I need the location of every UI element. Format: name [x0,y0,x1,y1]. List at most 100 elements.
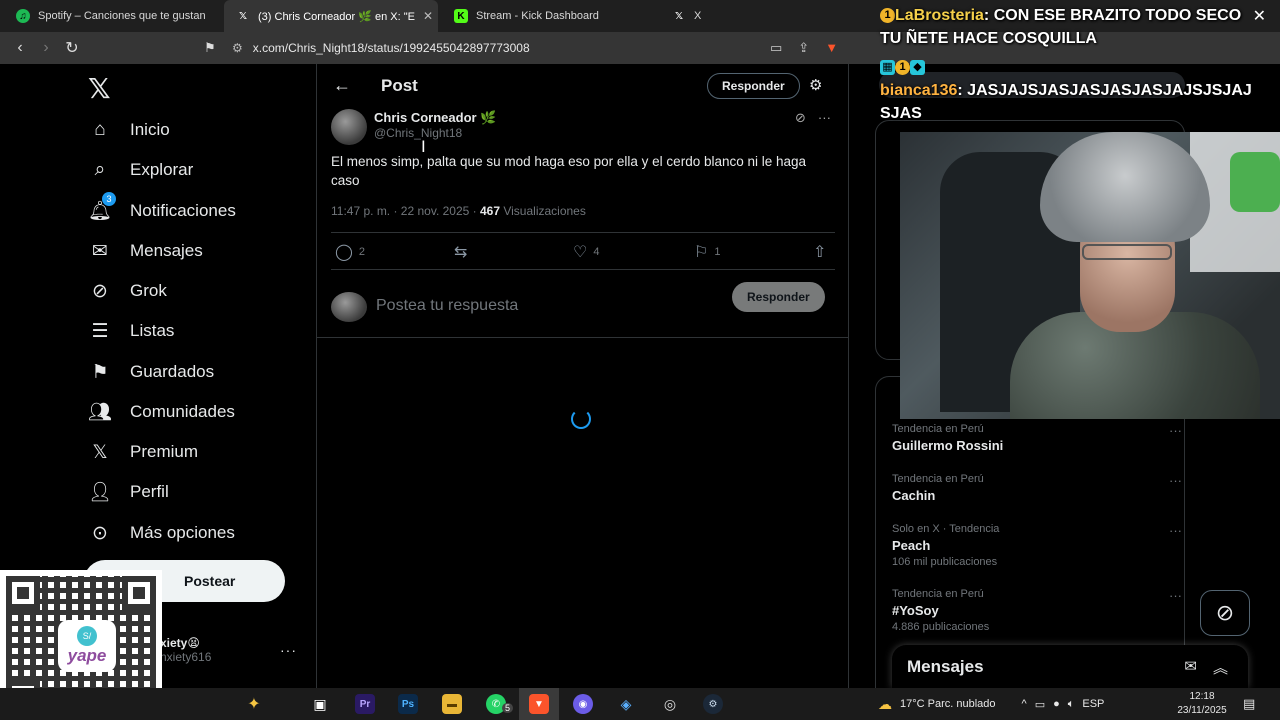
weather-text[interactable]: 17°C Parc. nublado [900,698,996,710]
messages-drawer[interactable]: Mensajes ✉ ︽ [892,645,1248,688]
spotify-icon: ♫ [16,9,30,23]
author-avatar[interactable] [331,109,367,145]
task-view-icon[interactable]: ▣ [310,694,330,714]
trend-item[interactable]: Tendencia en Perú Guillermo Rossini ··· [892,423,1182,453]
grok-fab-button[interactable]: ⊘ [1200,590,1250,636]
reply-action[interactable]: ◯ 2 [335,242,365,262]
bookmark-action[interactable]: ⚐ 1 [694,242,720,262]
language-indicator[interactable]: ESP [1082,698,1104,710]
photoshop-icon[interactable]: Ps [398,694,418,714]
forward-icon[interactable]: › [36,38,56,58]
brave-icon[interactable]: ▼ [529,694,549,714]
nav-label: Inicio [130,120,170,139]
tweet-timestamp[interactable]: 11:47 p. m. · 22 nov. 2025 · [331,204,480,218]
yape-icon: S/ [77,626,97,646]
nav-item-inicio[interactable]: ⌂ Inicio [88,110,170,150]
cast-icon[interactable]: ▭ [770,40,782,56]
nav-item-mas-opciones[interactable]: ⊙ Más opciones [88,513,235,553]
tab-title: (3) Chris Corneador 🌿 en X: "E [258,10,415,23]
trend-item[interactable]: Tendencia en Perú Cachin ··· [892,473,1182,503]
back-icon[interactable]: ‹ [10,38,30,58]
nav-label: Notificaciones [130,201,236,220]
author-name[interactable]: Chris Corneador 🌿 [374,110,496,126]
trend-item[interactable]: Solo en X · Tendencia Peach 106 mil publ… [892,523,1182,568]
notification-center-icon[interactable]: ▤ [1243,696,1255,712]
more-icon[interactable]: ··· [1169,423,1182,438]
chat-user: LaBrosteria [895,7,984,24]
nav-item-premium[interactable]: 𝕏 Premium [88,432,198,472]
reload-icon[interactable]: ↻ [62,38,82,58]
more-icon[interactable]: ··· [1169,473,1182,488]
share-icon[interactable]: ⇪ [798,40,809,56]
tweet-more-icon[interactable]: ··· [818,110,831,126]
close-tab-icon[interactable]: ✕ [423,9,433,23]
like-count: 4 [593,246,600,258]
more-icon[interactable]: ··· [1169,588,1182,603]
x-logo-icon[interactable]: 𝕏 [88,72,111,105]
discord-icon[interactable]: ◉ [573,694,593,714]
list-icon: ☰ [91,320,109,342]
network-icon[interactable]: ▭ [1035,698,1045,711]
obs-icon[interactable]: ◎ [660,694,680,714]
kick-icon: K [454,9,468,23]
reply-input[interactable]: Postea tu respuesta [376,297,518,315]
chat-separator: : [983,7,994,24]
trend-item[interactable]: Tendencia en Perú #YoSoy 4.886 publicaci… [892,588,1182,633]
loading-spinner [571,409,591,429]
home-icon: ⌂ [94,119,106,140]
volume-icon[interactable]: 🔈︎ [1068,698,1075,711]
nav-item-grok[interactable]: ⊘ Grok [88,271,167,311]
tab-spotify[interactable]: ♫ Spotify – Canciones que te gustan [4,0,222,32]
reply-settings-icon[interactable]: ⚙ [809,76,822,94]
layers-icon[interactable]: ◈ [616,694,636,714]
folder-icon[interactable]: ▬ [442,694,462,714]
bookmark-page-icon[interactable]: ⚑ [200,38,220,58]
clock[interactable]: 12:18 23/11/2025 [1172,690,1232,718]
nav-item-notificaciones[interactable]: 🔔︎ 3 Notificaciones [88,191,236,231]
header-reply-button[interactable]: Responder [707,73,800,99]
url-field[interactable]: ⚙ x.com/Chris_Night18/status/19924550428… [232,36,852,60]
reply-submit-button[interactable]: Responder [732,282,825,312]
tab-kick[interactable]: K Stream - Kick Dashboard [442,0,658,32]
tab-title: Stream - Kick Dashboard [476,10,599,22]
like-action[interactable]: ♡ 4 [573,242,599,262]
more-icon[interactable]: ··· [1169,523,1182,538]
nav-item-mensajes[interactable]: ✉ Mensajes [88,231,203,271]
weather-icon: ☁ [878,695,892,712]
copilot-icon[interactable]: ✦ [244,694,264,714]
tab-x[interactable]: 𝕏 X [660,0,760,32]
repost-icon: ⇆ [454,244,468,261]
expand-icon[interactable]: ︽ [1213,657,1228,678]
trend-title: #YoSoy [892,603,939,618]
chevron-up-icon[interactable]: ^ [1022,698,1027,710]
brave-shield-icon[interactable]: ▼ [825,40,838,56]
steam-icon[interactable]: ⚙ [703,694,723,714]
chat-message: 1 LaBrosteria: CON ESE BRAZITO TODO SECO … [880,4,1260,50]
repost-action[interactable]: ⇆ [454,242,473,262]
new-message-icon[interactable]: ✉ [1184,657,1197,678]
share-action[interactable]: ⇧ [813,242,826,262]
qr-finder [122,576,156,610]
grok-icon: ⊘ [1215,600,1235,625]
clock-time: 12:18 [1189,691,1215,702]
back-arrow-icon[interactable]: ← [333,75,351,96]
account-switcher[interactable]: xiety😫 nxiety616 [160,636,211,664]
nav-item-listas[interactable]: ☰ Listas [88,311,174,351]
author-handle[interactable]: @Chris_Night18 [374,126,462,140]
nav-item-guardados[interactable]: ⚑ Guardados [88,352,214,392]
user-avatar[interactable] [331,292,367,322]
tab-title: X [694,10,702,22]
premiere-icon[interactable]: Pr [355,694,375,714]
trend-context: Tendencia en Perú [892,588,984,600]
grok-explain-icon[interactable]: ⊘ [795,110,806,126]
url-text: x.com/Chris_Night18/status/1992455042897… [252,41,530,55]
badge-icon: ▦ [880,60,895,76]
tab-x-post[interactable]: 𝕏 (3) Chris Corneador 🌿 en X: "E ✕ [224,0,438,32]
account-more-icon[interactable]: ··· [280,642,297,658]
site-info-icon[interactable]: ⚙ [232,41,243,55]
nav-item-comunidades[interactable]: 👥︎ Comunidades [88,392,235,432]
mic-icon[interactable]: ● [1053,698,1060,710]
divider [331,232,835,233]
nav-item-explorar[interactable]: ⌕ Explorar [88,150,194,190]
nav-item-perfil[interactable]: 👤︎ Perfil [88,472,169,512]
